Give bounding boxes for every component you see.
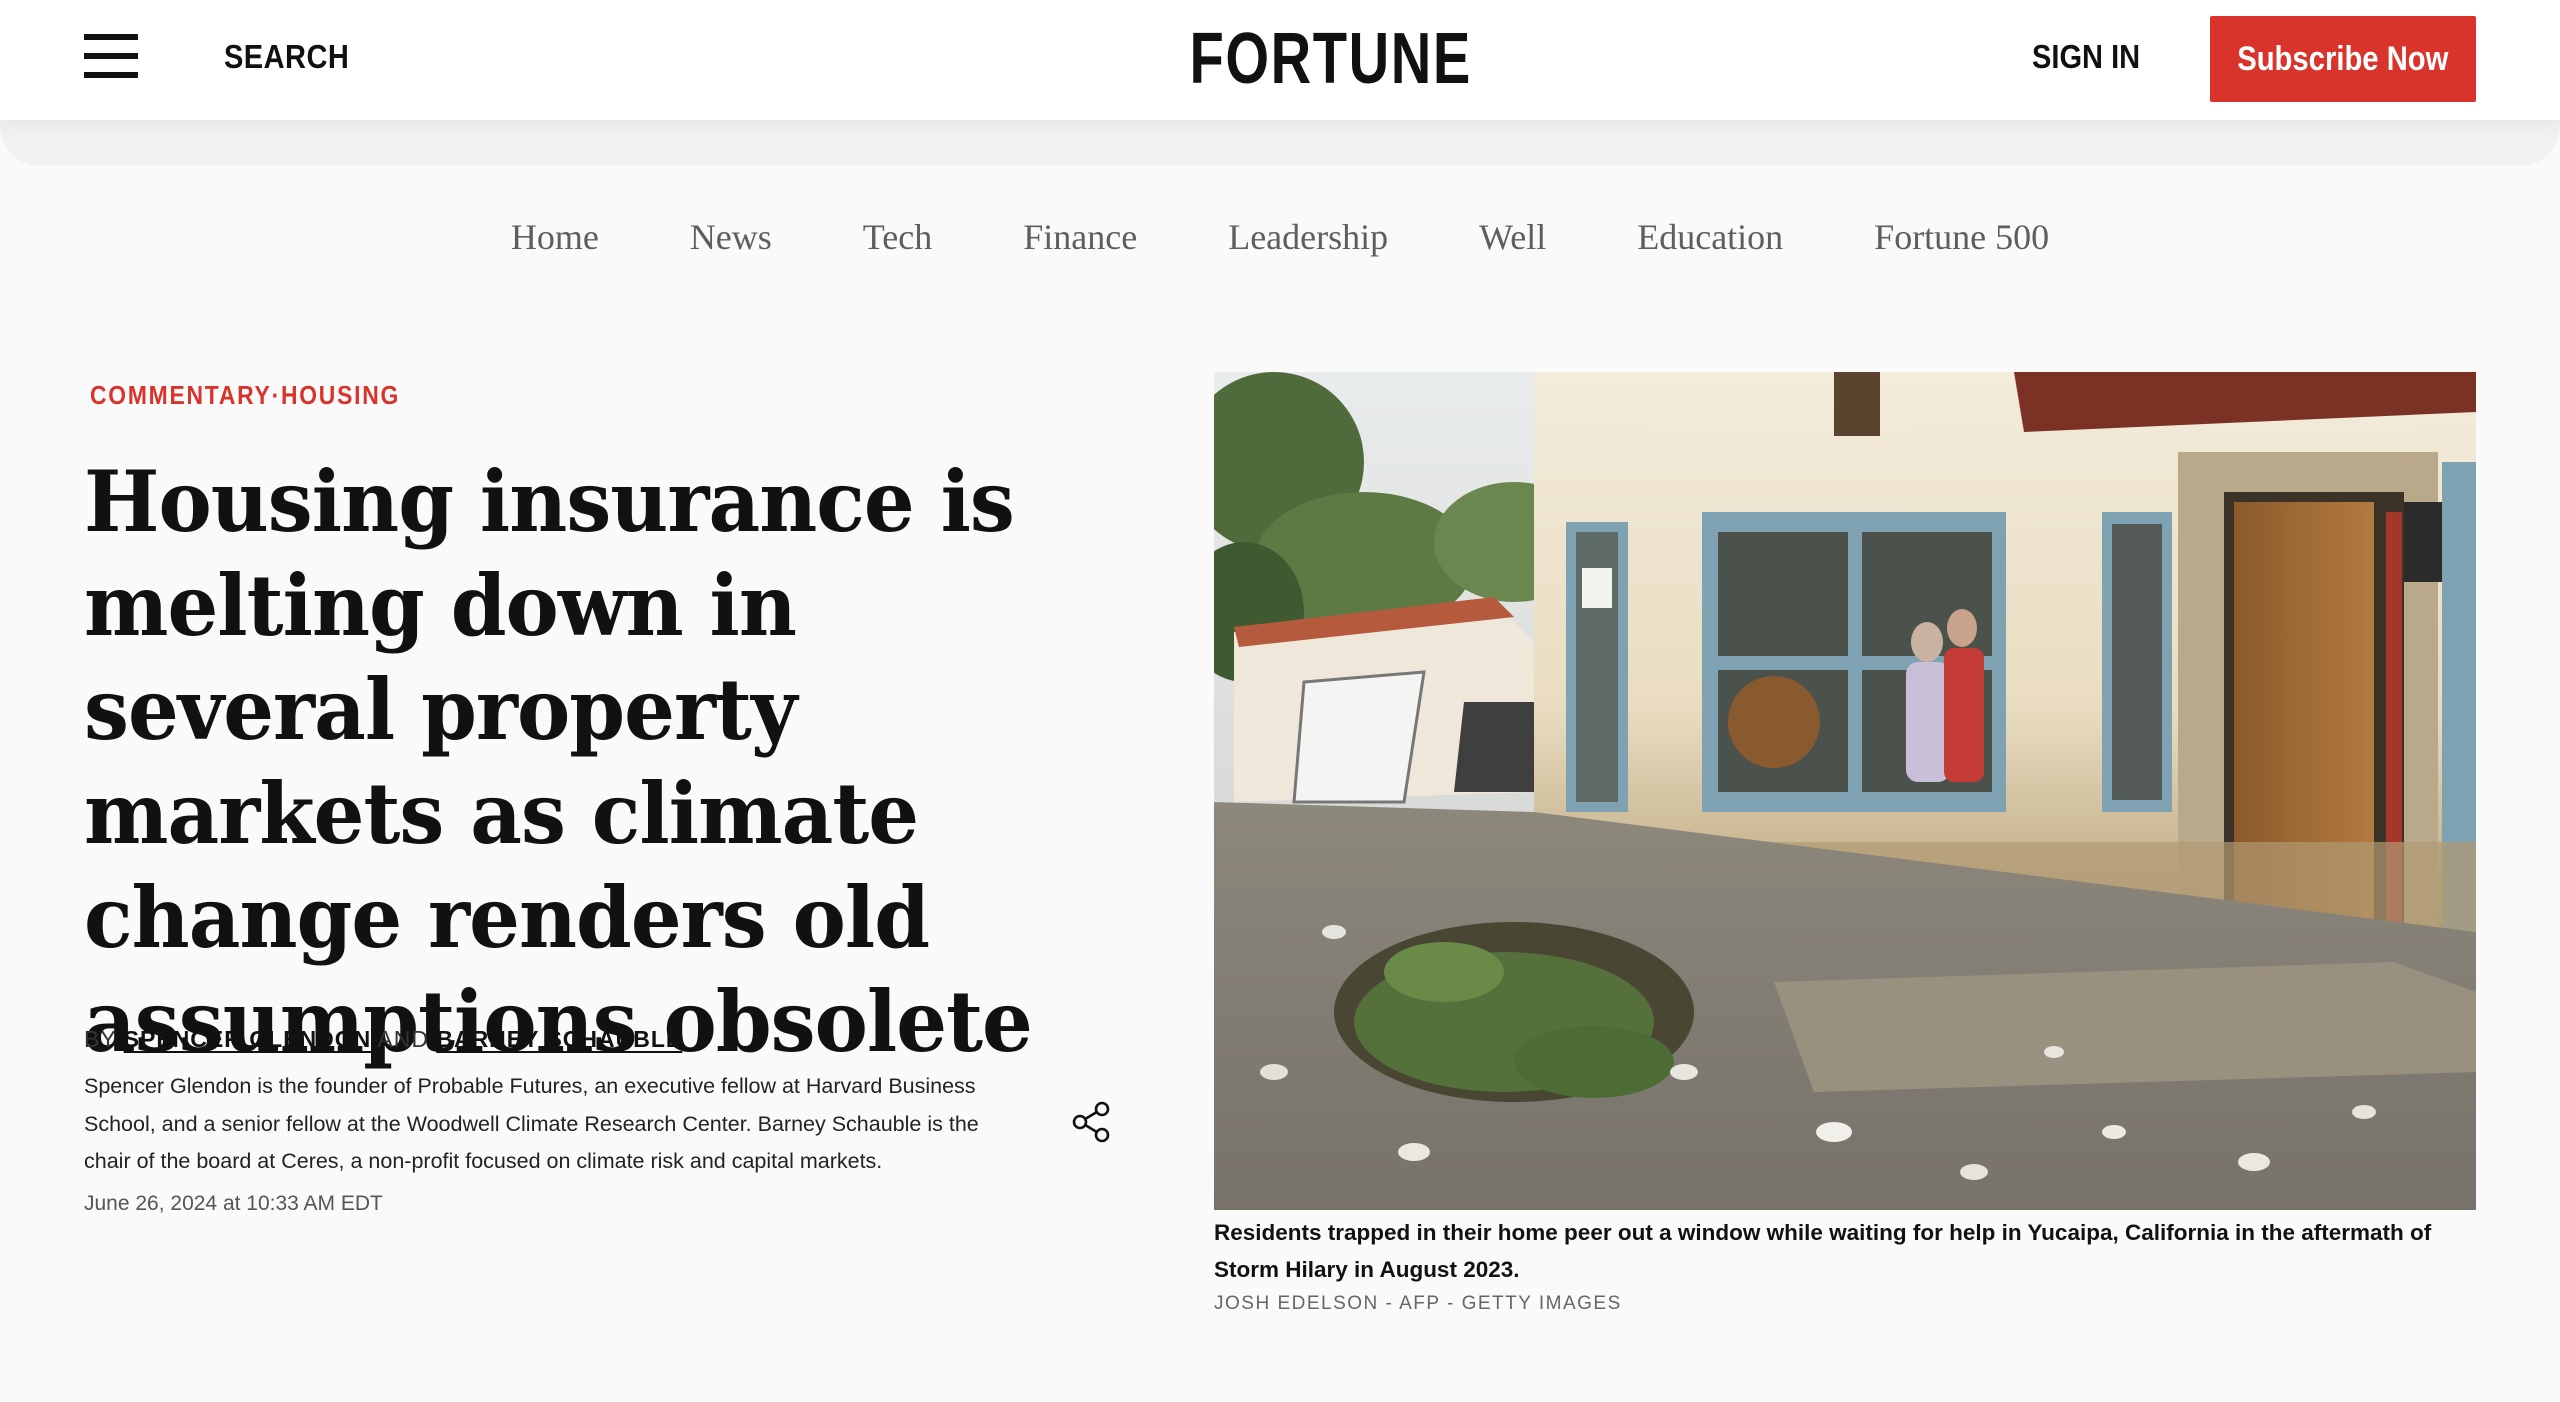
hamburger-menu-icon[interactable] (84, 34, 138, 78)
subscribe-button-label: Subscribe Now (2237, 39, 2449, 78)
hero-photo (1214, 372, 2476, 1210)
menu-bar (84, 72, 138, 78)
nav-item-leadership[interactable]: Leadership (1228, 216, 1388, 258)
kicker-commentary-link[interactable]: COMMENTARY (90, 380, 272, 410)
nav-item-fortune-500[interactable]: Fortune 500 (1874, 216, 2049, 258)
search-link[interactable]: SEARCH (224, 38, 349, 76)
nav-item-home[interactable]: Home (511, 216, 599, 258)
kicker-separator: · (271, 380, 281, 410)
author-link-spencer-glendon[interactable]: SPENCER GLENDON (124, 1026, 372, 1052)
byline-join: AND (377, 1026, 429, 1052)
menu-bar (84, 34, 138, 40)
nav-item-education[interactable]: Education (1637, 216, 1783, 258)
article-kicker: COMMENTARY·HOUSING (90, 380, 400, 411)
nav-item-well[interactable]: Well (1479, 216, 1546, 258)
image-caption: Residents trapped in their home peer out… (1214, 1220, 2432, 1282)
section-nav: Home News Tech Finance Leadership Well E… (0, 216, 2560, 258)
fortune-logo[interactable]: FORTUNE (1190, 18, 1471, 100)
share-icon-graphic (1072, 1101, 1110, 1143)
sign-in-link[interactable]: SIGN IN (2032, 38, 2140, 76)
article-headline: Housing insurance is melting down in sev… (84, 452, 1033, 1071)
flooded-house-illustration (1214, 372, 2476, 1210)
nav-item-news[interactable]: News (690, 216, 772, 258)
site-header: SEARCH FORTUNE SIGN IN Subscribe Now (0, 0, 2560, 120)
share-icon[interactable] (1068, 1098, 1116, 1146)
menu-bar (84, 53, 138, 59)
image-credit: JOSH EDELSON - AFP - GETTY IMAGES (1214, 1293, 1622, 1314)
kicker-housing-link[interactable]: HOUSING (281, 380, 400, 410)
header-shadow-strip (0, 120, 2560, 166)
byline: BY SPENCER GLENDON AND BARNEY SCHAUBLE (84, 1026, 682, 1053)
subscribe-button[interactable]: Subscribe Now (2210, 16, 2476, 102)
author-link-barney-schauble[interactable]: BARNEY SCHAUBLE (436, 1026, 682, 1052)
publish-date: June 26, 2024 at 10:33 AM EDT (84, 1192, 383, 1215)
nav-item-finance[interactable]: Finance (1023, 216, 1137, 258)
nav-item-tech[interactable]: Tech (863, 216, 932, 258)
byline-prefix: BY (84, 1026, 117, 1052)
author-bio: Spencer Glendon is the founder of Probab… (84, 1074, 979, 1173)
